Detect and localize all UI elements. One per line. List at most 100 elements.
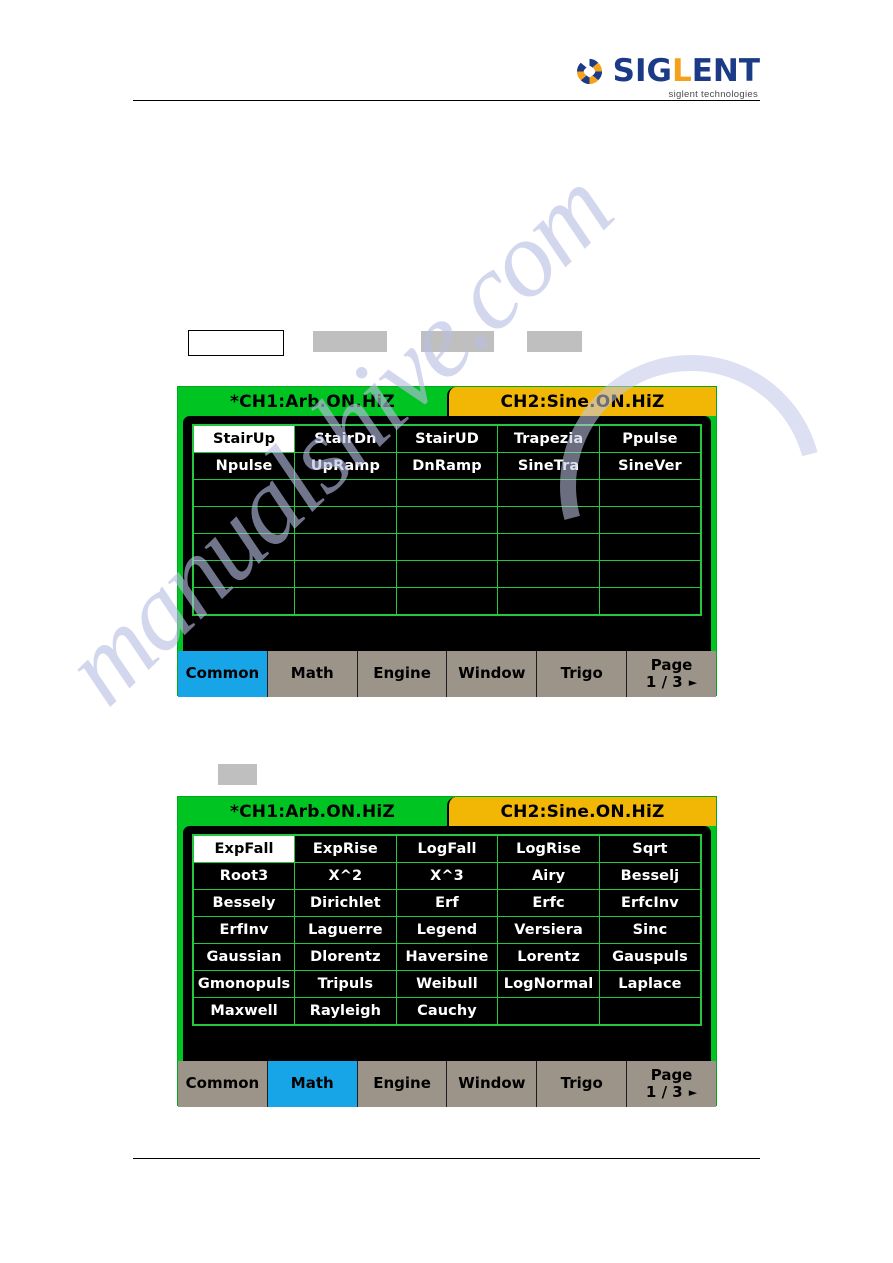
footer-rule xyxy=(133,1158,760,1159)
table-row: ErfInv Laguerre Legend Versiera Sinc xyxy=(192,916,702,944)
softkey-window[interactable]: Window xyxy=(447,651,538,697)
grid-cell[interactable]: X^3 xyxy=(395,862,499,890)
grid-cell[interactable]: Besselj xyxy=(598,862,702,890)
grid-cell-empty xyxy=(598,479,702,507)
grid-cell[interactable]: LogFall xyxy=(395,834,499,863)
logo-word-highlight: L xyxy=(671,53,692,89)
grid-cell-empty xyxy=(192,506,296,534)
grid-cell[interactable]: Legend xyxy=(395,916,499,944)
grid-cell[interactable]: SineTra xyxy=(497,452,600,480)
softkey-engine[interactable]: Engine xyxy=(357,1061,448,1107)
grid-cell-empty xyxy=(294,533,397,561)
grid-cell-empty xyxy=(395,587,499,616)
placeholder-box-gray xyxy=(218,764,257,785)
logo-row: SIGLENT xyxy=(574,56,760,87)
tab-ch1[interactable]: *CH1:Arb.ON.HiZ xyxy=(178,797,447,826)
softkey-page[interactable]: Page 1 / 3 ► xyxy=(627,1061,716,1107)
grid-cell[interactable]: Sqrt xyxy=(598,834,702,863)
grid-cell[interactable]: DnRamp xyxy=(395,452,499,480)
grid-cell[interactable]: Dlorentz xyxy=(294,943,397,971)
logo-tagline: siglent technologies xyxy=(668,89,758,100)
grid-cell[interactable]: ExpFall xyxy=(192,834,296,863)
grid-cell[interactable]: ExpRise xyxy=(294,834,397,863)
next-page-arrow-icon: ► xyxy=(688,676,698,690)
table-row xyxy=(192,587,702,616)
softkey-engine[interactable]: Engine xyxy=(357,651,448,697)
grid-cell[interactable]: Haversine xyxy=(395,943,499,971)
softkey-window[interactable]: Window xyxy=(447,1061,538,1107)
softkey-math[interactable]: Math xyxy=(267,1061,358,1107)
softkey-bar: Common Math Engine Window Trigo Page 1 /… xyxy=(178,651,716,697)
grid-cell[interactable]: Laguerre xyxy=(294,916,397,944)
tab-ch2[interactable]: CH2:Sine.ON.HiZ xyxy=(447,797,716,826)
grid-cell-empty xyxy=(395,533,499,561)
grid-cell[interactable]: LogNormal xyxy=(497,970,600,998)
grid-cell[interactable]: SineVer xyxy=(598,452,702,480)
grid-cell-empty xyxy=(192,533,296,561)
softkey-trigo[interactable]: Trigo xyxy=(537,1061,628,1107)
page-label: Page xyxy=(650,1065,693,1084)
grid-cell-empty xyxy=(598,560,702,588)
grid-cell-empty xyxy=(497,587,600,616)
grid-cell[interactable]: Lorentz xyxy=(497,943,600,971)
grid-cell-empty xyxy=(497,533,600,561)
placeholder-box-gray xyxy=(527,331,582,352)
table-row xyxy=(192,533,702,561)
grid-cell[interactable]: Airy xyxy=(497,862,600,890)
softkey-bar: Common Math Engine Window Trigo Page 1 /… xyxy=(178,1061,716,1107)
grid-cell[interactable]: Maxwell xyxy=(192,997,296,1026)
grid-cell[interactable]: Weibull xyxy=(395,970,499,998)
grid-cell[interactable]: Laplace xyxy=(598,970,702,998)
grid-cell[interactable]: LogRise xyxy=(497,834,600,863)
grid-cell-empty xyxy=(294,506,397,534)
grid-cell[interactable]: Root3 xyxy=(192,862,296,890)
softkey-math[interactable]: Math xyxy=(267,651,358,697)
grid-cell-empty xyxy=(598,587,702,616)
table-row xyxy=(192,479,702,507)
siglent-swirl-icon xyxy=(574,56,605,87)
siglent-logo: SIGLENT siglent technologies xyxy=(574,56,760,100)
grid-cell[interactable]: UpRamp xyxy=(294,452,397,480)
softkey-page[interactable]: Page 1 / 3 ► xyxy=(627,651,716,697)
waveform-grid-body: StairUp StairDn StairUD Trapezia Ppulse … xyxy=(192,424,702,616)
grid-cell-empty xyxy=(598,506,702,534)
grid-cell[interactable]: Cauchy xyxy=(395,997,499,1026)
grid-cell[interactable]: Tripuls xyxy=(294,970,397,998)
grid-cell[interactable]: Ppulse xyxy=(598,424,702,453)
grid-cell[interactable]: Erfc xyxy=(497,889,600,917)
grid-cell[interactable]: Rayleigh xyxy=(294,997,397,1026)
grid-cell[interactable]: X^2 xyxy=(294,862,397,890)
tab-ch2[interactable]: CH2:Sine.ON.HiZ xyxy=(447,387,716,416)
grid-cell[interactable]: ErfInv xyxy=(192,916,296,944)
grid-cell[interactable]: Gauspuls xyxy=(598,943,702,971)
grid-cell-empty xyxy=(497,560,600,588)
grid-cell-empty xyxy=(192,479,296,507)
grid-cell-empty xyxy=(192,587,296,616)
grid-cell-empty xyxy=(497,997,600,1026)
next-page-arrow-icon: ► xyxy=(688,1086,698,1100)
grid-cell[interactable]: Dirichlet xyxy=(294,889,397,917)
grid-cell[interactable]: Gmonopuls xyxy=(192,970,296,998)
waveform-grid-area: StairUp StairDn StairUD Trapezia Ppulse … xyxy=(183,416,711,651)
grid-cell[interactable]: Erf xyxy=(395,889,499,917)
grid-cell[interactable]: ErfcInv xyxy=(598,889,702,917)
page-label: Page xyxy=(650,655,693,674)
grid-cell[interactable]: Versiera xyxy=(497,916,600,944)
grid-cell[interactable]: Gaussian xyxy=(192,943,296,971)
page-value: 1 / 3 xyxy=(645,673,683,691)
grid-cell[interactable]: StairDn xyxy=(294,424,397,453)
softkey-trigo[interactable]: Trigo xyxy=(537,651,628,697)
grid-cell[interactable]: Bessely xyxy=(192,889,296,917)
grid-cell[interactable]: Npulse xyxy=(192,452,296,480)
tab-ch1[interactable]: *CH1:Arb.ON.HiZ xyxy=(178,387,447,416)
page-value-row: 1 / 3 ► xyxy=(645,673,698,691)
waveform-grid-body: ExpFall ExpRise LogFall LogRise Sqrt Roo… xyxy=(192,834,702,1026)
grid-cell[interactable]: Sinc xyxy=(598,916,702,944)
placeholder-box-gray xyxy=(421,331,494,352)
grid-cell[interactable]: Trapezia xyxy=(497,424,600,453)
softkey-common[interactable]: Common xyxy=(178,1061,268,1107)
grid-cell[interactable]: StairUD xyxy=(395,424,499,453)
logo-word-part2: ENT xyxy=(691,53,760,89)
grid-cell[interactable]: StairUp xyxy=(192,424,296,453)
softkey-common[interactable]: Common xyxy=(178,651,268,697)
